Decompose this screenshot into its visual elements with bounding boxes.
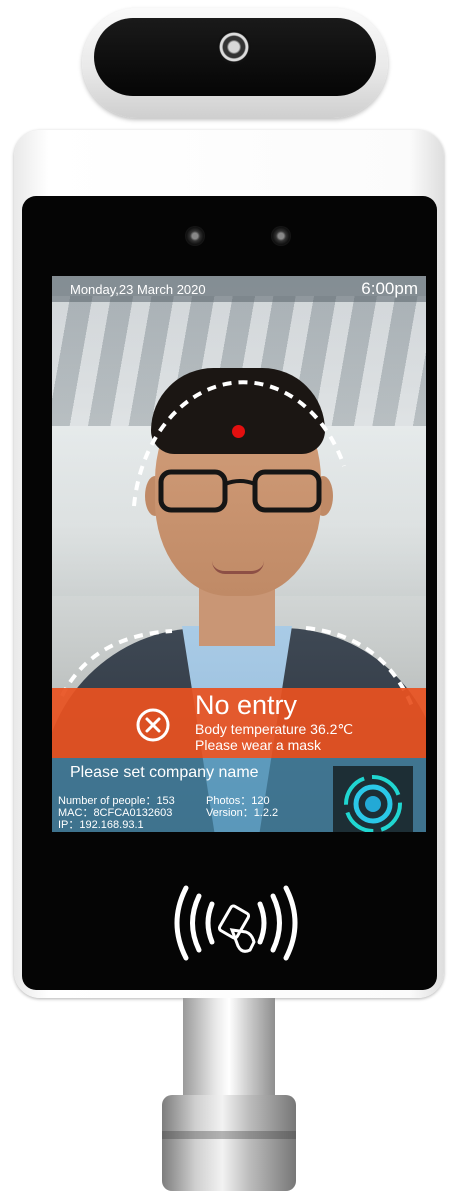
temperature-dot-icon	[232, 425, 245, 438]
x-circle-icon	[136, 708, 170, 742]
status-time: 6:00pm	[361, 279, 418, 298]
photos-count: Photos：120	[206, 795, 270, 807]
alert-title: No entry	[195, 690, 298, 720]
body-temperature-text: Body temperature 36.2℃	[195, 721, 354, 737]
company-name-prompt: Please set company name	[70, 764, 259, 781]
face-scan-tile	[333, 766, 413, 832]
status-date: Monday,23 March 2020	[70, 282, 206, 297]
face-scan-icon	[344, 775, 402, 832]
infrared-sensor-icon	[185, 226, 205, 246]
nut-groove	[162, 1131, 296, 1139]
status-bar: Monday,23 March 2020 6:00pm	[52, 276, 426, 302]
device-info-panel: Please set company name Number of people…	[52, 758, 426, 832]
display-screen: Monday,23 March 2020 6:00pm No entry Bod…	[52, 276, 426, 832]
camera-lens-icon	[217, 30, 251, 64]
infrared-sensor-icon	[271, 226, 291, 246]
camera-module	[82, 8, 388, 118]
stand-mount-nut	[162, 1095, 296, 1191]
mask-warning-text: Please wear a mask	[195, 737, 322, 753]
nfc-card-icon	[174, 885, 298, 961]
version-number: Version：1.2.2	[206, 807, 279, 819]
stand-pole	[183, 998, 275, 1110]
access-denied-banner: No entry Body temperature 36.2℃ Please w…	[52, 688, 426, 758]
ip-address: IP：192.168.93.1	[58, 819, 144, 831]
people-count: Number of people：153	[58, 795, 175, 807]
mac-address: MAC：8CFCA0132603	[58, 807, 173, 819]
